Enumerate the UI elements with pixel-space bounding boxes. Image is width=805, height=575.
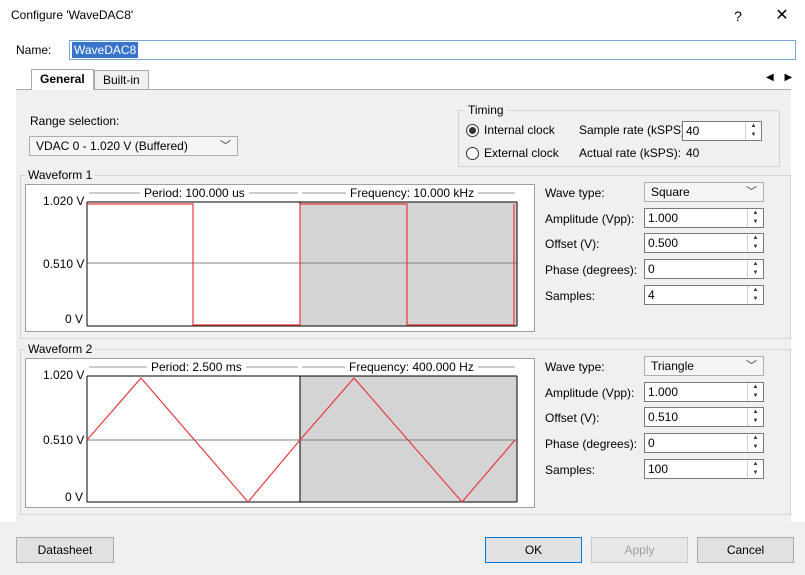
waveform1-period: Period: 100.000 us	[140, 186, 249, 200]
w2-wave-type-value: Triangle	[651, 359, 694, 373]
waveform2-y-tick-max: 1.020 V	[43, 368, 85, 382]
w2-samples-spinner[interactable]: ▲ ▼	[747, 460, 763, 478]
w1-offset-value: 0.500	[648, 236, 679, 250]
timing-title: Timing	[465, 103, 507, 117]
w1-phase-value: 0	[648, 262, 655, 276]
w2-phase-label: Phase (degrees):	[545, 437, 638, 451]
waveform1-title: Waveform 1	[25, 168, 96, 182]
w2-phase-spinner[interactable]: ▲ ▼	[747, 434, 763, 452]
waveform1-y-tick-min: 0 V	[65, 312, 84, 326]
w1-amplitude-input[interactable]: 1.000 ▲ ▼	[644, 208, 764, 228]
w2-phase-value: 0	[648, 436, 655, 450]
w2-wave-type-select[interactable]: Triangle ﹀	[644, 356, 764, 376]
waveform2-frequency: Frequency: 400.000 Hz	[345, 360, 478, 374]
waveform2-plot	[86, 366, 518, 503]
external-clock-label[interactable]: External clock	[484, 146, 559, 160]
name-label: Name:	[16, 43, 52, 57]
w2-amplitude-input[interactable]: 1.000 ▲ ▼	[644, 382, 764, 402]
title-bar: Configure 'WaveDAC8' ? ✕	[0, 0, 805, 32]
w2-phase-input[interactable]: 0 ▲ ▼	[644, 433, 764, 453]
w1-offset-input[interactable]: 0.500 ▲ ▼	[644, 233, 764, 253]
sample-rate-input[interactable]: 40 ▲ ▼	[682, 121, 762, 141]
internal-clock-radio[interactable]	[466, 124, 479, 137]
w1-phase-input[interactable]: 0 ▲ ▼	[644, 259, 764, 279]
tab-scroll-arrows[interactable]: ◀ ▶	[766, 72, 796, 83]
waveform2-y-tick-mid: 0.510 V	[43, 433, 85, 447]
w1-samples-label: Samples:	[545, 289, 596, 303]
w1-samples-input[interactable]: 4 ▲ ▼	[644, 285, 764, 305]
w1-offset-label: Offset (V):	[545, 237, 600, 251]
datasheet-button[interactable]: Datasheet	[16, 537, 114, 563]
sample-rate-value: 40	[686, 124, 700, 138]
sample-rate-spinner[interactable]: ▲ ▼	[745, 122, 761, 140]
internal-clock-label[interactable]: Internal clock	[484, 123, 555, 137]
w2-offset-label: Offset (V):	[545, 411, 600, 425]
waveform2-title: Waveform 2	[25, 342, 96, 356]
w1-wave-type-label: Wave type:	[545, 186, 605, 200]
w2-amplitude-label: Amplitude (Vpp):	[545, 386, 635, 400]
tab-general[interactable]: General	[31, 69, 94, 90]
w2-offset-spinner[interactable]: ▲ ▼	[747, 408, 763, 426]
waveform1-y-tick-mid: 0.510 V	[43, 257, 85, 271]
waveform2-period: Period: 2.500 ms	[147, 360, 246, 374]
ok-button[interactable]: OK	[485, 537, 582, 563]
actual-rate-value: 40	[686, 146, 700, 160]
w1-samples-value: 4	[648, 288, 655, 302]
cancel-button[interactable]: Cancel	[697, 537, 794, 563]
w1-phase-label: Phase (degrees):	[545, 263, 638, 277]
waveform1-y-tick-max: 1.020 V	[43, 194, 85, 208]
range-value: VDAC 0 - 1.020 V (Buffered)	[36, 139, 188, 153]
name-input[interactable]: WaveDAC8	[69, 40, 796, 60]
chevron-down-icon: ﹀	[220, 140, 231, 152]
external-clock-radio[interactable]	[466, 147, 479, 160]
w2-amplitude-spinner[interactable]: ▲ ▼	[747, 383, 763, 401]
close-button[interactable]: ✕	[768, 4, 796, 28]
waveform1-plot	[86, 192, 518, 327]
w1-wave-type-value: Square	[651, 185, 690, 199]
w2-amplitude-value: 1.000	[648, 385, 679, 399]
w1-wave-type-select[interactable]: Square ﹀	[644, 182, 764, 202]
chevron-down-icon: ﹀	[746, 360, 757, 372]
waveform1-frequency: Frequency: 10.000 kHz	[346, 186, 479, 200]
w1-amplitude-label: Amplitude (Vpp):	[545, 212, 635, 226]
w2-samples-input[interactable]: 100 ▲ ▼	[644, 459, 764, 479]
w2-samples-label: Samples:	[545, 463, 596, 477]
w2-offset-value: 0.510	[648, 410, 679, 424]
chevron-down-icon: ﹀	[746, 186, 757, 198]
w2-offset-input[interactable]: 0.510 ▲ ▼	[644, 407, 764, 427]
range-select[interactable]: VDAC 0 - 1.020 V (Buffered) ﹀	[29, 136, 238, 156]
waveform2-shaded-region	[300, 376, 517, 502]
w1-samples-spinner[interactable]: ▲ ▼	[747, 286, 763, 304]
waveform1-chart: Period: 100.000 us Frequency: 10.000 kHz…	[25, 184, 535, 332]
w1-offset-spinner[interactable]: ▲ ▼	[747, 234, 763, 252]
help-button[interactable]: ?	[726, 4, 750, 28]
name-value: WaveDAC8	[72, 42, 139, 58]
w1-amplitude-value: 1.000	[648, 211, 679, 225]
w2-samples-value: 100	[648, 462, 669, 476]
waveform2-chart: Period: 2.500 ms Frequency: 400.000 Hz 1…	[25, 358, 535, 508]
range-label: Range selection:	[30, 114, 120, 128]
window-title: Configure 'WaveDAC8'	[11, 8, 134, 22]
actual-rate-label: Actual rate (kSPS):	[579, 146, 682, 160]
sample-rate-label: Sample rate (kSPS):	[579, 123, 689, 137]
tab-built-in[interactable]: Built-in	[94, 70, 149, 90]
w1-amplitude-spinner[interactable]: ▲ ▼	[747, 209, 763, 227]
waveform2-y-tick-min: 0 V	[65, 490, 84, 504]
apply-button[interactable]: Apply	[591, 537, 688, 563]
w2-wave-type-label: Wave type:	[545, 360, 605, 374]
waveform1-shaded-region	[300, 202, 517, 326]
w1-phase-spinner[interactable]: ▲ ▼	[747, 260, 763, 278]
